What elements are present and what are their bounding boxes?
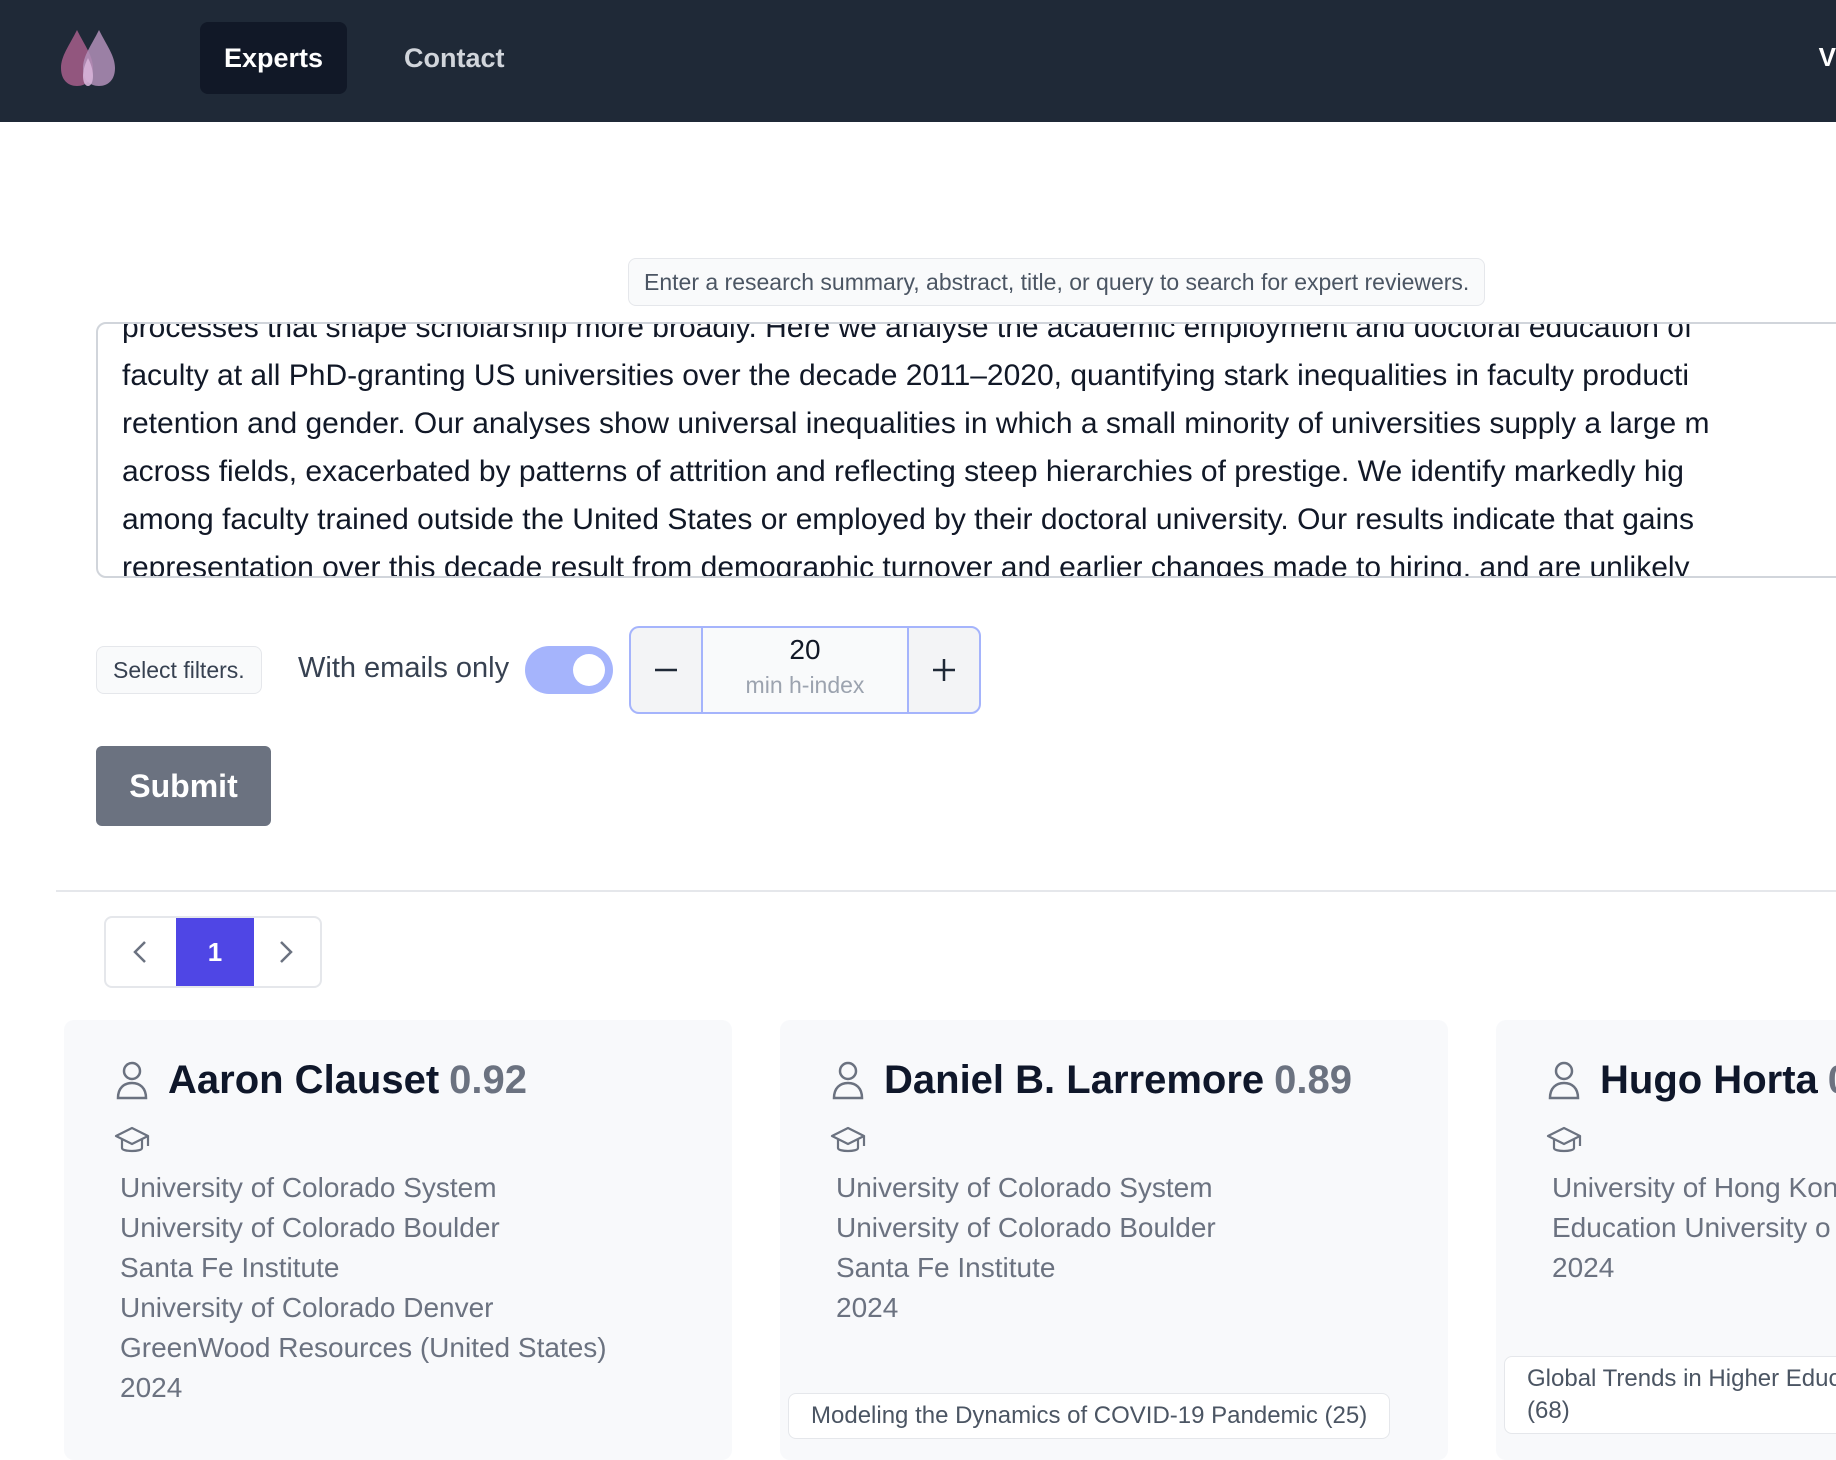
- affiliation: University of Colorado System: [836, 1172, 1213, 1203]
- chevron-right-icon: [280, 941, 293, 963]
- expert-name[interactable]: Aaron Clauset: [168, 1058, 439, 1102]
- affiliation: Education University o: [1552, 1212, 1831, 1243]
- expert-card[interactable]: Aaron Clauset 0.92 University of Colorado…: [64, 1020, 732, 1460]
- expert-name-row: Daniel B. Larremore 0.89: [884, 1058, 1352, 1103]
- toggle-knob: [573, 654, 605, 686]
- affiliation: University of Colorado System: [120, 1172, 497, 1203]
- person-icon: [1548, 1061, 1580, 1100]
- chevron-left-icon: [133, 941, 146, 963]
- query-line: faculty at all PhD-granting US universit…: [122, 359, 1690, 392]
- minus-icon: [655, 668, 677, 672]
- topic-chip[interactable]: Modeling the Dynamics of COVID-19 Pandem…: [788, 1393, 1391, 1439]
- h-index-value: 20: [789, 634, 821, 665]
- affiliations-list: University of Colorado System University…: [120, 1168, 607, 1408]
- query-text: processes that shape scholarship more br…: [122, 322, 1836, 578]
- expert-name[interactable]: Daniel B. Larremore: [884, 1058, 1264, 1102]
- expert-name-row: Hugo Horta0: [1600, 1058, 1836, 1103]
- app-logo-icon[interactable]: [55, 28, 121, 88]
- affiliation: Santa Fe Institute: [836, 1252, 1056, 1283]
- affiliation: Santa Fe Institute: [120, 1252, 340, 1283]
- query-line: among faculty trained outside the United…: [122, 503, 1694, 536]
- query-line: representation over this decade result f…: [122, 551, 1690, 578]
- affiliation-year: 2024: [836, 1292, 899, 1323]
- graduation-cap-icon: [830, 1126, 866, 1153]
- graduation-cap-icon: [114, 1126, 150, 1153]
- affiliations-list: University of Colorado System University…: [836, 1168, 1216, 1328]
- pagination: 1: [104, 916, 322, 988]
- query-line: processes that shape scholarship more br…: [122, 322, 1693, 344]
- affiliation: University of Colorado Denver: [120, 1292, 494, 1323]
- increment-button[interactable]: [907, 628, 979, 712]
- query-textarea[interactable]: processes that shape scholarship more br…: [96, 322, 1836, 578]
- h-index-label: min h-index: [745, 672, 865, 698]
- match-score: 0: [1828, 1058, 1836, 1102]
- plus-icon: [933, 659, 955, 681]
- page-button-current[interactable]: 1: [176, 918, 254, 986]
- select-filters-button[interactable]: Select filters.: [96, 646, 262, 694]
- person-icon: [116, 1061, 148, 1100]
- tab-experts[interactable]: Experts: [200, 22, 348, 94]
- submit-button[interactable]: Submit: [96, 746, 271, 826]
- expert-name[interactable]: Hugo Horta: [1600, 1058, 1818, 1102]
- affiliation: GreenWood Resources (United States): [120, 1332, 607, 1363]
- affiliation: University of Colorado Boulder: [120, 1212, 500, 1243]
- h-index-stepper: 20 min h-index: [629, 626, 981, 714]
- topic-chip[interactable]: Global Trends in Higher Educ (68): [1504, 1356, 1836, 1434]
- emails-only-toggle[interactable]: [525, 646, 613, 694]
- query-line: across fields, exacerbated by patterns o…: [122, 455, 1684, 488]
- expert-card[interactable]: Daniel B. Larremore 0.89 University of Co…: [780, 1020, 1448, 1460]
- decrement-button[interactable]: [631, 628, 703, 712]
- expert-card[interactable]: Hugo Horta0 University of Hong Kon Educa…: [1496, 1020, 1836, 1460]
- affiliations-list: University of Hong Kon Education Univers…: [1552, 1168, 1836, 1288]
- section-divider: [56, 890, 1836, 892]
- match-score: 0.92: [449, 1058, 528, 1102]
- emails-only-label: With emails only: [298, 652, 510, 684]
- match-score: 0.89: [1274, 1058, 1352, 1102]
- search-hint: Enter a research summary, abstract, titl…: [628, 258, 1486, 306]
- top-navbar: Experts Contact V: [0, 0, 1836, 122]
- query-line: retention and gender. Our analyses show …: [122, 407, 1710, 440]
- person-icon: [832, 1061, 864, 1100]
- previous-page-button[interactable]: [106, 918, 176, 986]
- graduation-cap-icon: [1546, 1126, 1582, 1153]
- nav-user-menu-partial[interactable]: V: [1819, 42, 1836, 73]
- affiliation-year: 2024: [120, 1372, 183, 1403]
- h-index-input[interactable]: 20 min h-index: [703, 628, 907, 712]
- affiliation: University of Colorado Boulder: [836, 1212, 1216, 1243]
- affiliation: University of Hong Kon: [1552, 1172, 1836, 1203]
- expert-name-row: Aaron Clauset 0.92: [168, 1058, 527, 1103]
- next-page-button[interactable]: [250, 918, 320, 986]
- affiliation-year: 2024: [1552, 1252, 1615, 1283]
- tab-contact[interactable]: Contact: [380, 22, 529, 94]
